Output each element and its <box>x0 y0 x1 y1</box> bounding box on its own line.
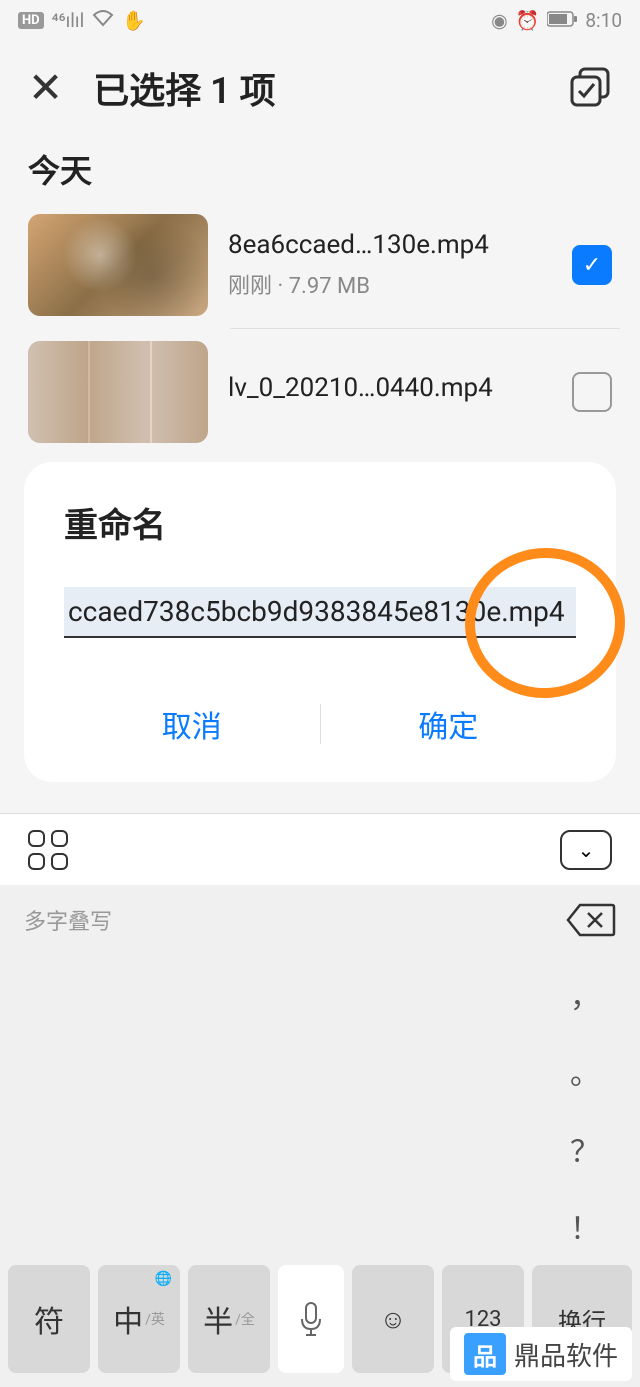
dialog-title: 重命名 <box>64 498 576 547</box>
watermark-text: 鼎品软件 <box>514 1336 618 1373</box>
wifi-icon <box>92 9 114 32</box>
keyboard-hint-row: 多字叠写 <box>0 885 640 955</box>
file-meta: 刚刚 · 7.97 MB <box>228 268 552 300</box>
suggestion-area: ， 。 ？ ！ <box>0 955 640 1265</box>
key-language[interactable]: 🌐 中/英 <box>98 1265 180 1373</box>
rename-dialog: 重命名 取消 确定 <box>24 462 616 782</box>
file-name: 8ea6ccaed…130e.mp4 <box>228 230 552 260</box>
video-thumbnail <box>28 341 208 443</box>
key-emoji[interactable]: ☺ <box>352 1265 434 1373</box>
watermark-icon: 品 <box>464 1333 506 1375</box>
suggestion[interactable]: ！ <box>570 1204 600 1248</box>
hd-icon: HD <box>18 12 44 29</box>
dialog-buttons: 取消 确定 <box>64 686 576 762</box>
hand-icon: ✋ <box>122 9 146 32</box>
keyboard-grid-icon[interactable] <box>28 830 68 870</box>
smile-icon: ☺ <box>380 1304 407 1335</box>
watermark: 品 鼎品软件 <box>450 1327 632 1381</box>
rename-input[interactable] <box>64 587 576 638</box>
alarm-icon: ⏰ <box>516 9 540 32</box>
suggestion[interactable]: 。 <box>570 1049 600 1093</box>
file-name: lv_0_20210…0440.mp4 <box>228 373 552 403</box>
section-today: 今天 <box>0 136 640 202</box>
battery-icon <box>547 9 577 32</box>
status-left: HD ⁴⁶ılıl ✋ <box>18 9 146 32</box>
key-width[interactable]: 半/全 <box>188 1265 270 1373</box>
file-list: 8ea6ccaed…130e.mp4 刚刚 · 7.97 MB ✓ lv_0_2… <box>0 202 640 455</box>
mic-icon <box>297 1299 325 1339</box>
keyboard: 多字叠写 ， 。 ？ ！ 符 🌐 中/英 半/全 ☺ 123 换行 <box>0 885 640 1387</box>
cancel-button[interactable]: 取消 <box>64 686 320 762</box>
file-checkbox[interactable] <box>572 372 612 412</box>
backspace-icon[interactable] <box>566 901 616 939</box>
selection-header: ✕ 已选择 1 项 <box>0 40 640 136</box>
status-right: ◉ ⏰ 8:10 <box>491 9 622 32</box>
status-bar: HD ⁴⁶ılıl ✋ ◉ ⏰ 8:10 <box>0 0 640 40</box>
key-symbol[interactable]: 符 <box>8 1265 90 1373</box>
file-checkbox[interactable]: ✓ <box>572 245 612 285</box>
suggestion[interactable]: ？ <box>570 1127 600 1171</box>
status-time: 8:10 <box>585 9 622 32</box>
keyboard-collapse-icon[interactable]: ⌄ <box>560 830 612 870</box>
suggestion[interactable]: ， <box>570 972 600 1016</box>
globe-icon: 🌐 <box>155 1271 172 1287</box>
eye-icon: ◉ <box>491 9 508 32</box>
header-title: 已选择 1 项 <box>93 62 540 114</box>
file-info: lv_0_20210…0440.mp4 <box>228 373 552 411</box>
close-icon[interactable]: ✕ <box>28 63 63 113</box>
file-info: 8ea6ccaed…130e.mp4 刚刚 · 7.97 MB <box>228 230 552 300</box>
select-all-icon[interactable] <box>570 67 612 109</box>
key-space[interactable] <box>278 1265 344 1373</box>
file-item[interactable]: lv_0_20210…0440.mp4 <box>20 329 620 455</box>
signal-icon: ⁴⁶ılıl <box>52 9 85 32</box>
keyboard-toolbar: ⌄ <box>0 813 640 885</box>
confirm-button[interactable]: 确定 <box>321 686 577 762</box>
file-item[interactable]: 8ea6ccaed…130e.mp4 刚刚 · 7.97 MB ✓ <box>20 202 620 328</box>
video-thumbnail <box>28 214 208 316</box>
keyboard-hint: 多字叠写 <box>24 904 112 936</box>
